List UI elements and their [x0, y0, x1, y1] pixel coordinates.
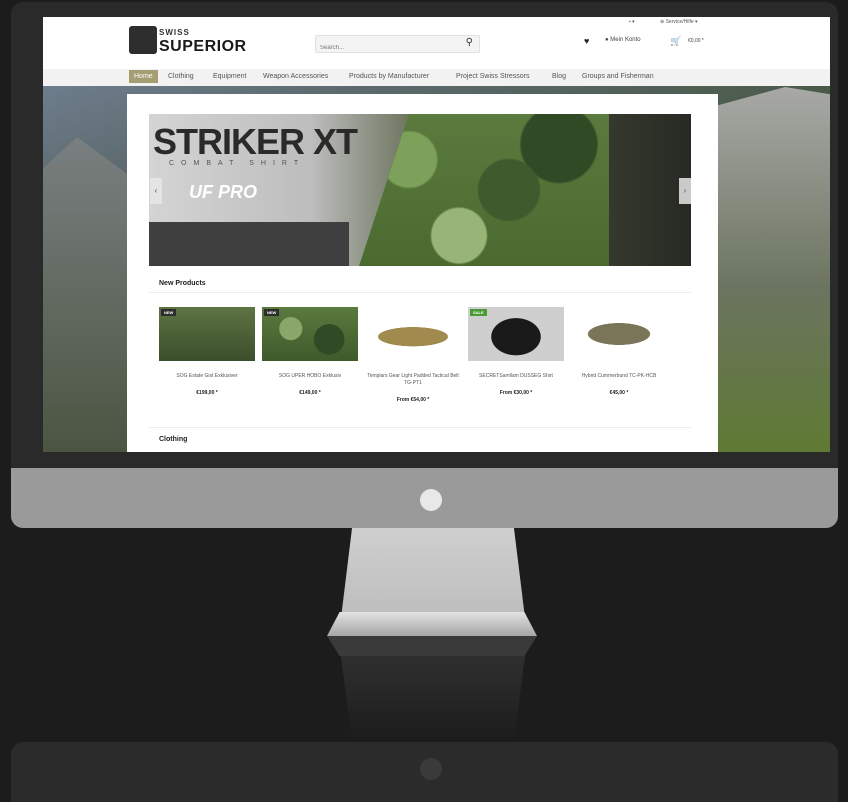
- reflection-dot: [420, 758, 442, 780]
- product-name[interactable]: SECRETSamllam DUSSEG Shirt: [466, 373, 566, 380]
- nav-clothing[interactable]: Clothing: [168, 73, 194, 80]
- nav-products-by-manufacturer[interactable]: Products by Manufacturer: [349, 73, 429, 80]
- stand-reflection-edge: [327, 636, 537, 656]
- cart-icon[interactable]: 🛒: [670, 36, 681, 47]
- banner-bench: [149, 222, 349, 266]
- product-image[interactable]: NEW: [262, 307, 358, 361]
- main-content: STRIKER XT COMBAT SHIRT UF PRO ‹ › New P…: [127, 94, 718, 452]
- logo-text: SUPERIOR: [159, 38, 247, 55]
- account-link[interactable]: ● Mein Konto: [605, 37, 641, 43]
- logo-emblem-icon: [129, 26, 157, 54]
- clothing-heading: Clothing: [159, 436, 188, 443]
- rock-left: [43, 137, 128, 452]
- monitor-stand-foot: [327, 612, 537, 636]
- site-logo[interactable]: SWISS SUPERIOR: [129, 26, 246, 58]
- wishlist-heart-icon[interactable]: ♥: [584, 36, 589, 46]
- nav-equipment[interactable]: Equipment: [213, 73, 246, 80]
- product-name[interactable]: Templars Gear Light Padded Tactical Belt…: [363, 373, 463, 387]
- product-price: €45,00 *: [609, 390, 629, 396]
- product-card[interactable]: SALE SECRETSamllam DUSSEG Shirt From €30…: [466, 307, 566, 396]
- power-button-icon: [420, 489, 442, 511]
- product-image[interactable]: SALE: [468, 307, 564, 361]
- new-products-heading: New Products: [159, 280, 206, 287]
- search-box: ⚲: [315, 35, 480, 55]
- browser-screen: SWISS SUPERIOR ⚲ ▪ ▾ ⊕ Service/Hilfe ▾ ♥…: [43, 17, 830, 452]
- product-card[interactable]: Templars Gear Light Padded Tactical Belt…: [363, 307, 463, 403]
- product-card[interactable]: NEW SOG UPER HOBO Exklusiv €149,00 *: [260, 307, 360, 396]
- hero-banner[interactable]: STRIKER XT COMBAT SHIRT UF PRO: [149, 114, 691, 266]
- product-name[interactable]: SOG Estate Gist Exklusiver: [157, 373, 257, 380]
- product-price: From €54,00 *: [396, 397, 430, 403]
- monitor-stand-neck: [341, 528, 525, 618]
- nav-home[interactable]: Home: [129, 70, 158, 83]
- main-navigation: Home Clothing Equipment Weapon Accessori…: [43, 69, 830, 86]
- product-name[interactable]: SOG UPER HOBO Exklusiv: [260, 373, 360, 380]
- language-selector[interactable]: ▪ ▾: [629, 19, 635, 25]
- product-price: €149,00 *: [299, 390, 321, 396]
- section-divider: [149, 292, 691, 293]
- banner-title: STRIKER XT: [153, 121, 358, 162]
- sale-badge: SALE: [470, 309, 487, 316]
- search-input[interactable]: [316, 41, 454, 55]
- product-card[interactable]: NEW SOG Estate Gist Exklusiver €199,00 *: [157, 307, 257, 396]
- stand-reflection: [341, 656, 525, 742]
- slider-next-chevron-right-icon[interactable]: ›: [679, 178, 691, 204]
- site-header: SWISS SUPERIOR ⚲ ▪ ▾ ⊕ Service/Hilfe ▾ ♥…: [43, 17, 830, 69]
- service-menu[interactable]: ⊕ Service/Hilfe ▾: [660, 19, 698, 25]
- nav-blog[interactable]: Blog: [552, 73, 566, 80]
- rock-right: [718, 87, 830, 452]
- account-label: Mein Konto: [610, 37, 641, 43]
- new-badge: NEW: [264, 309, 280, 316]
- product-price: €199,00 *: [196, 390, 218, 396]
- banner-camo-figure: [359, 114, 609, 266]
- product-card[interactable]: Hybrid Cummerbund TC-PK-HCB €45,00 *: [569, 307, 669, 396]
- nav-project-swiss-stressors[interactable]: Project Swiss Stressors: [456, 73, 530, 80]
- section-divider: [149, 427, 691, 428]
- product-name[interactable]: Hybrid Cummerbund TC-PK-HCB: [569, 373, 669, 380]
- product-image[interactable]: [365, 307, 461, 361]
- cart-total[interactable]: €0,00 *: [688, 38, 704, 44]
- product-image[interactable]: [571, 307, 667, 361]
- product-image[interactable]: NEW: [159, 307, 255, 361]
- banner-subtitle: COMBAT SHIRT: [169, 160, 306, 167]
- nav-weapon-accessories[interactable]: Weapon Accessories: [263, 73, 328, 80]
- slider-prev-chevron-left-icon[interactable]: ‹: [150, 178, 162, 204]
- search-icon[interactable]: ⚲: [466, 37, 473, 48]
- banner-brand-logo: UF PRO: [189, 182, 258, 202]
- logo-small-text: SWISS: [159, 28, 190, 37]
- nav-groups[interactable]: Groups and Fisherman: [582, 73, 654, 80]
- product-price: From €30,00 *: [499, 390, 533, 396]
- user-icon: ●: [605, 37, 609, 43]
- new-badge: NEW: [161, 309, 177, 316]
